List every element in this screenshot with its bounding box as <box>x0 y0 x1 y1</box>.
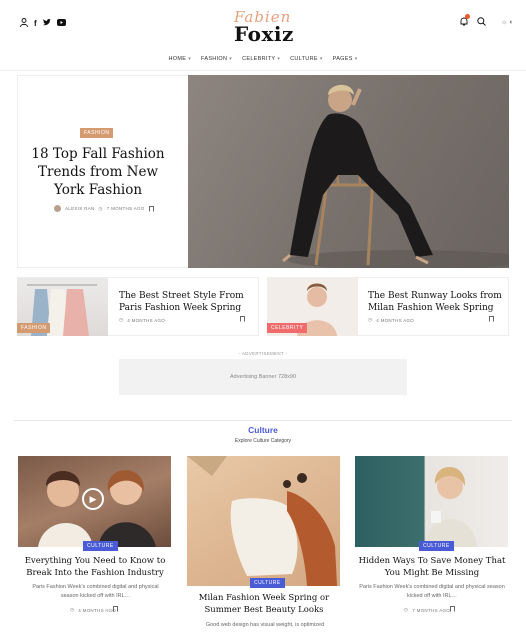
twitter-icon[interactable] <box>42 19 51 28</box>
post-title[interactable]: Milan Fashion Week Spring or Summer Best… <box>186 592 342 616</box>
avatar[interactable] <box>54 205 61 212</box>
nav-label: CULTURE <box>290 56 318 62</box>
chevron-down-icon: ▾ <box>354 56 358 62</box>
ad-banner[interactable]: Advertising Banner 728x90 <box>119 359 407 395</box>
category-badge[interactable]: FASHION <box>17 323 51 333</box>
post-title[interactable]: The Best Street Style From Paris Fashion… <box>119 290 254 314</box>
category-badge[interactable]: CULTURE <box>83 541 118 551</box>
post-title[interactable]: The Best Runway Looks from Milan Fashion… <box>368 290 503 314</box>
nav-label: PAGES <box>332 56 353 62</box>
chevron-down-icon: ▾ <box>188 56 192 62</box>
post-meta: ◷ 4 MONTHS AGO <box>119 317 165 323</box>
chevron-down-icon: ▾ <box>319 56 323 62</box>
category-badge[interactable]: CELEBRITY <box>267 323 308 333</box>
hero-title[interactable]: 18 Top Fall Fashion Trends from New York… <box>30 145 166 199</box>
main-nav: HOME ▾ FASHION ▾ CELEBRITY ▾ CULTURE ▾ PAGES… <box>0 56 526 62</box>
clock-icon: ◷ <box>368 317 373 322</box>
post-meta: ◷ 7 MONTHS AGO <box>404 607 450 613</box>
bookmark-icon[interactable] <box>489 316 494 322</box>
nav-label: FASHION <box>201 56 228 62</box>
logo-text: Foxiz <box>234 22 294 46</box>
post-excerpt: Good web design has visual weight, is op… <box>205 622 325 628</box>
post-thumbnail[interactable] <box>187 456 340 586</box>
post-excerpt: Paris Fashion Week's combined digital an… <box>359 584 505 599</box>
clock-icon: ◷ <box>119 317 124 322</box>
bookmark-icon[interactable] <box>240 316 245 322</box>
post-time: 4 MONTHS AGO <box>127 317 166 323</box>
post-time: 4 MONTHS AGO <box>376 317 415 323</box>
post-title[interactable]: Everything You Need to Know to Break Int… <box>20 555 170 579</box>
nav-home[interactable]: HOME ▾ <box>169 56 192 62</box>
clock-icon: ◷ <box>404 607 409 612</box>
nav-celebrity[interactable]: CELEBRITY ▾ <box>242 56 280 62</box>
search-icon[interactable] <box>477 17 486 28</box>
site-logo[interactable]: Fabien Foxiz <box>228 8 298 48</box>
author-name[interactable]: ALEXIS RAN <box>65 206 95 211</box>
social-links: f <box>20 18 66 29</box>
bookmark-icon[interactable] <box>113 606 118 612</box>
post-excerpt: Paris Fashion Week's combined digital an… <box>32 584 159 599</box>
nav-fashion[interactable]: FASHION ▾ <box>201 56 232 62</box>
chevron-down-icon: ▾ <box>277 56 281 62</box>
post-title[interactable]: Hidden Ways To Save Money That You Might… <box>354 555 510 579</box>
header-actions: ☼ ◐ <box>460 14 514 28</box>
bookmark-icon[interactable] <box>450 606 455 612</box>
clock-icon: ◷ <box>98 205 103 211</box>
nav-label: CELEBRITY <box>242 56 276 62</box>
post-time: 4 MONTHS AGO <box>78 607 117 613</box>
theme-toggle-icon[interactable]: ☼ ◐ <box>501 19 514 26</box>
header-divider <box>0 70 526 71</box>
hero-image[interactable] <box>188 75 509 268</box>
user-icon[interactable] <box>20 18 28 29</box>
facebook-icon[interactable]: f <box>34 19 37 28</box>
post-time: 7 MONTHS AGO <box>106 206 145 211</box>
hero-meta: ALEXIS RAN ◷ 7 MONTHS AGO <box>54 205 154 212</box>
bookmark-icon[interactable] <box>148 205 154 212</box>
clock-icon: ◷ <box>70 607 75 612</box>
notification-dot <box>465 14 470 19</box>
ad-text: Advertising Banner 728x90 <box>229 374 297 380</box>
ad-label: - ADVERTISEMENT - <box>238 351 288 356</box>
category-badge[interactable]: CULTURE <box>250 578 285 588</box>
chevron-down-icon: ▾ <box>229 56 233 62</box>
section-subtitle: Explore Culture Category <box>234 438 292 444</box>
section-title[interactable]: Culture <box>0 425 526 435</box>
post-meta: ◷ 4 MONTHS AGO <box>70 607 116 613</box>
section-divider <box>14 420 512 421</box>
category-badge[interactable]: CULTURE <box>419 541 454 551</box>
youtube-icon[interactable] <box>56 19 66 28</box>
post-thumbnail[interactable] <box>355 456 508 547</box>
nav-culture[interactable]: CULTURE ▾ <box>290 56 322 62</box>
category-badge[interactable]: FASHION <box>80 128 114 138</box>
post-meta: ◷ 4 MONTHS AGO <box>368 317 414 323</box>
bell-icon[interactable] <box>460 14 470 28</box>
nav-pages[interactable]: PAGES ▾ <box>333 56 358 62</box>
post-time: 7 MONTHS AGO <box>412 607 451 613</box>
nav-label: HOME <box>168 56 187 62</box>
play-icon[interactable]: ▶ <box>82 488 104 510</box>
